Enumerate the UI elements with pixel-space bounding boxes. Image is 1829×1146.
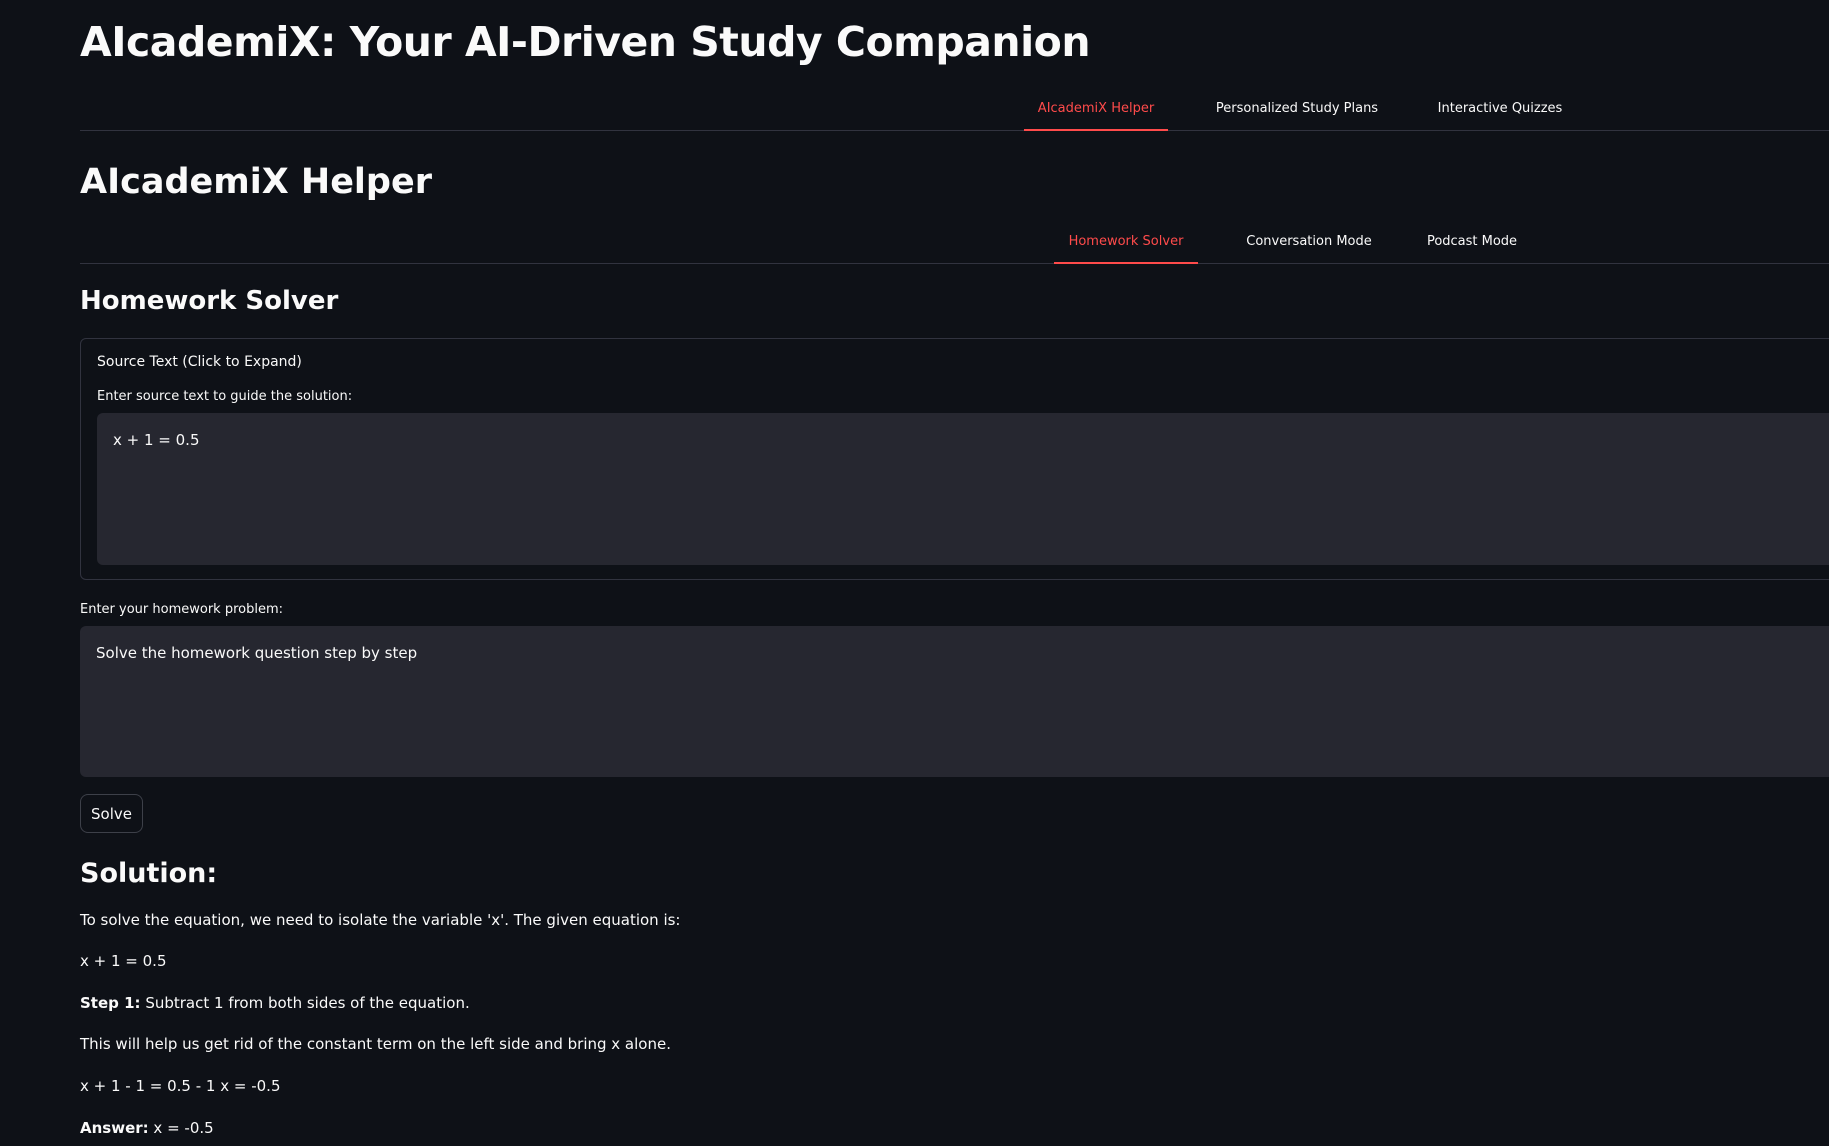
solve-button[interactable]: Solve — [80, 794, 143, 833]
solution-work: x + 1 - 1 = 0.5 - 1 x = -0.5 — [80, 1077, 281, 1095]
answer-label: Answer: — [80, 1119, 149, 1137]
step-1-label: Step 1: — [80, 994, 141, 1012]
sub-tab-bar: Homework Solver Conversation Mode Podcas… — [80, 223, 1829, 264]
expander-header[interactable]: Source Text (Click to Expand) — [97, 354, 302, 370]
step-1-text: Subtract 1 from both sides of the equati… — [140, 994, 470, 1012]
tab-aicademix-helper[interactable]: AIcademiX Helper — [1024, 90, 1168, 131]
solution-step-1: Step 1: Subtract 1 from both sides of th… — [80, 994, 470, 1012]
source-text-input[interactable]: x + 1 = 0.5 — [97, 413, 1829, 565]
solution-intro: To solve the equation, we need to isolat… — [80, 911, 681, 929]
tab-homework-solver[interactable]: Homework Solver — [1054, 223, 1198, 264]
source-text-label: Enter source text to guide the solution: — [97, 389, 353, 404]
tab-personalized-study-plans[interactable]: Personalized Study Plans — [1200, 90, 1394, 130]
helper-title: AIcademiX Helper — [80, 162, 432, 202]
tab-conversation-mode[interactable]: Conversation Mode — [1230, 223, 1388, 263]
tab-interactive-quizzes[interactable]: Interactive Quizzes — [1416, 90, 1584, 130]
homework-problem-input[interactable]: Solve the homework question step by step — [80, 626, 1829, 777]
answer-text: x = -0.5 — [148, 1119, 214, 1137]
homework-solver-title: Homework Solver — [80, 286, 339, 316]
homework-problem-label: Enter your homework problem: — [80, 602, 284, 617]
main-tab-bar: AIcademiX Helper Personalized Study Plan… — [80, 90, 1829, 131]
solution-equation: x + 1 = 0.5 — [80, 952, 167, 970]
solution-answer: Answer: x = -0.5 — [80, 1119, 214, 1137]
app-title: AIcademiX: Your AI-Driven Study Companio… — [80, 18, 1091, 66]
tab-podcast-mode[interactable]: Podcast Mode — [1406, 223, 1538, 263]
solution-explanation: This will help us get rid of the constan… — [80, 1035, 671, 1053]
solution-title: Solution: — [80, 858, 218, 889]
source-text-expander: Source Text (Click to Expand) Enter sour… — [80, 338, 1829, 580]
